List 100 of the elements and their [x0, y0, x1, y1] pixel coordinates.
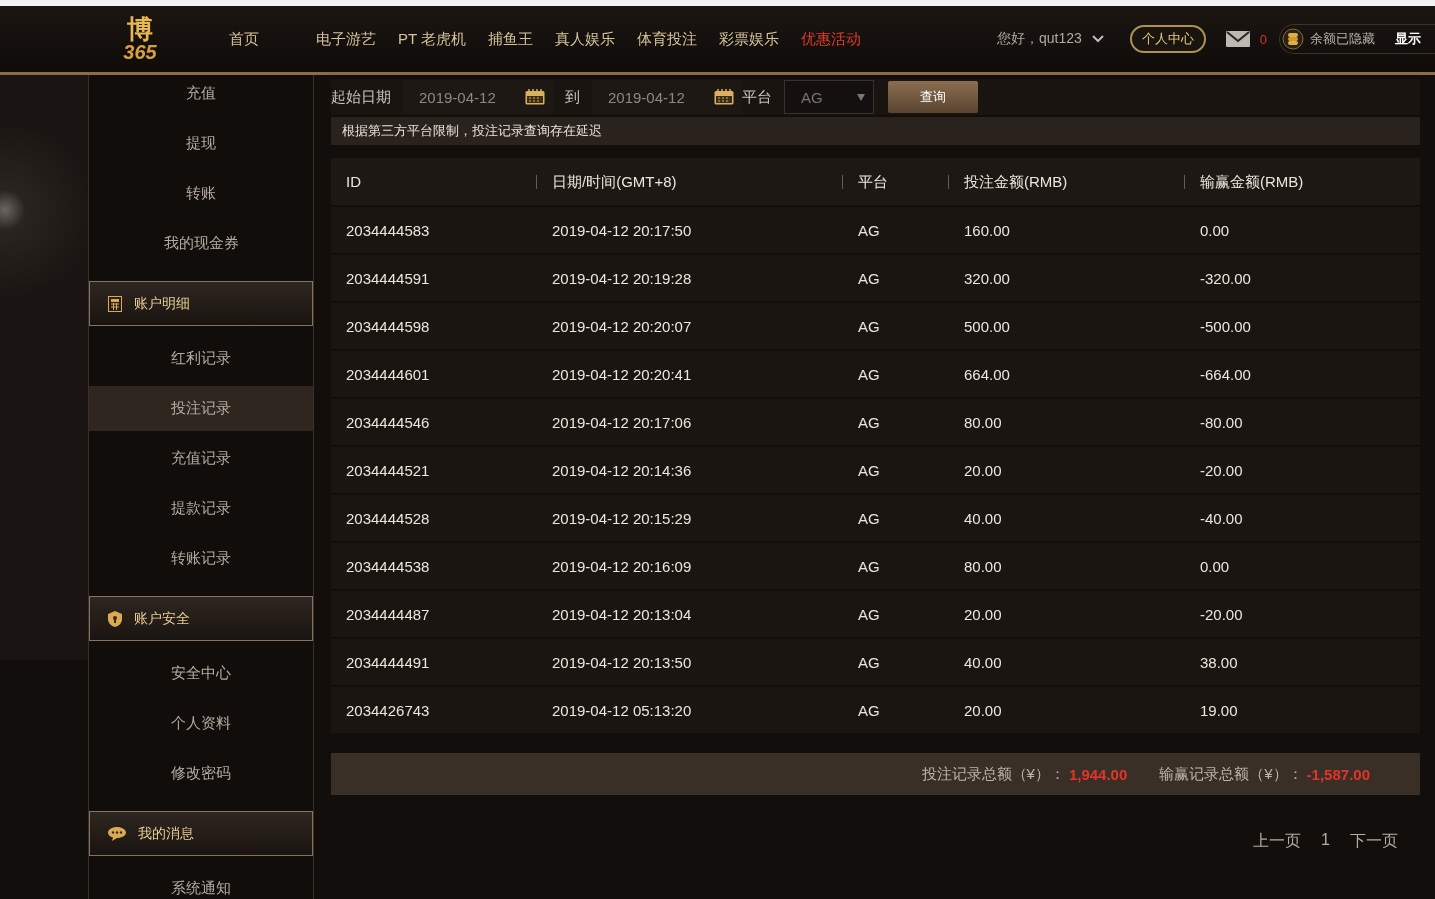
- table-cell-text: 2019-04-12 20:20:07: [551, 317, 693, 335]
- column-header: 日期/时间(GMT+8): [536, 174, 842, 189]
- section-header[interactable]: 账户安全: [89, 596, 313, 641]
- table-cell-text: -664.00: [1199, 365, 1252, 383]
- shield-icon: [108, 610, 122, 627]
- sidebar-item[interactable]: 转账: [89, 171, 313, 216]
- table-cell-text: 2019-04-12 20:19:28: [551, 269, 693, 287]
- table-cell-text: 20.00: [963, 605, 1003, 623]
- nav-link[interactable]: 捕鱼王: [477, 29, 545, 49]
- sidebar-item[interactable]: 充值记录: [89, 436, 313, 481]
- table-cell-text: 2019-04-12 20:13:04: [551, 605, 693, 623]
- personal-center-button[interactable]: 个人中心: [1129, 25, 1206, 53]
- to-label: 到: [564, 87, 581, 107]
- table-cell-text: 2019-04-12 20:17:06: [551, 413, 693, 431]
- table-cell-text: AG: [857, 221, 881, 239]
- platform-dropdown[interactable]: AG: [784, 80, 874, 114]
- table-cell-text: 2034444487: [345, 605, 431, 623]
- calendar-icon[interactable]: [714, 89, 734, 105]
- sidebar-item[interactable]: 提现: [89, 121, 313, 166]
- sidebar-item[interactable]: 提款记录: [89, 486, 313, 531]
- table-cell-text: 19.00: [1199, 701, 1239, 719]
- table-cell-text: 160.00: [963, 221, 1011, 239]
- logo-text: 博: [127, 16, 153, 42]
- table-cell-text: -500.00: [1199, 317, 1252, 335]
- sidebar-item[interactable]: 我的现金券: [89, 221, 313, 266]
- next-page-link[interactable]: 下一页: [1350, 831, 1398, 852]
- section-header[interactable]: 我的消息: [89, 811, 313, 856]
- nav-link[interactable]: 体育投注: [626, 29, 709, 49]
- table-cell-text: 2019-04-12 05:13:20: [551, 701, 693, 719]
- table-cell-text: AG: [857, 365, 881, 383]
- query-button[interactable]: 查询: [888, 81, 978, 113]
- column-header: 投注金额(RMB): [948, 174, 1184, 189]
- sidebar-item[interactable]: 红利记录: [89, 336, 313, 381]
- notice-text: 根据第三方平台限制，投注记录查询存在延迟: [331, 117, 1420, 145]
- end-date-field[interactable]: 2019-04-12: [592, 80, 742, 114]
- table-cell-text: -80.00: [1199, 413, 1244, 431]
- sidebar-item[interactable]: 修改密码: [89, 751, 313, 796]
- balance-status: 余额已隐藏: [1310, 30, 1375, 48]
- table-cell-text: 2019-04-12 20:20:41: [551, 365, 693, 383]
- sidebar-item[interactable]: 转账记录: [89, 536, 313, 581]
- calculator-icon: [108, 295, 122, 312]
- table-cell-text: 80.00: [963, 557, 1003, 575]
- table-cell-text: 500.00: [963, 317, 1011, 335]
- nav-link[interactable]: 首页: [218, 29, 270, 49]
- section-title: 账户明细: [134, 294, 190, 313]
- section-header[interactable]: 账户明细: [89, 281, 313, 326]
- section-title: 我的消息: [138, 824, 194, 843]
- table-cell-text: -320.00: [1199, 269, 1252, 287]
- table-cell-text: 0.00: [1199, 221, 1231, 239]
- table-cell-text: 664.00: [963, 365, 1011, 383]
- nav-link[interactable]: 电子游艺: [305, 29, 387, 49]
- table-cell-text: -20.00: [1199, 461, 1244, 479]
- table-cell-text: 2034426743: [345, 701, 431, 719]
- logo[interactable]: 博 365: [92, 9, 188, 69]
- calendar-icon[interactable]: [525, 89, 545, 105]
- table-cell-text: AG: [857, 269, 881, 287]
- start-date-field[interactable]: 2019-04-12: [403, 80, 553, 114]
- total-label: 投注记录总额（¥）：: [921, 764, 1065, 784]
- table-cell-text: 2034444546: [345, 413, 431, 431]
- chevron-down-icon[interactable]: [1091, 35, 1104, 43]
- mail-icon[interactable]: [1225, 31, 1250, 47]
- table-cell-text: 2034444598: [345, 317, 431, 335]
- nav-link[interactable]: 真人娱乐: [544, 29, 627, 49]
- total-label: 输赢记录总额（¥）：: [1159, 764, 1303, 784]
- table-cell-text: AG: [857, 509, 881, 527]
- column-header: 平台: [842, 174, 948, 189]
- logo-number: 365: [123, 42, 157, 62]
- total-value: 1,944.00: [1068, 765, 1128, 783]
- user-greeting[interactable]: 您好，qut123: [996, 30, 1082, 48]
- sidebar-item[interactable]: 个人资料: [89, 701, 313, 746]
- sidebar-item[interactable]: 充值: [89, 75, 313, 116]
- column-header: ID: [345, 173, 362, 190]
- table-cell-text: AG: [857, 653, 881, 671]
- table-cell-text: -40.00: [1199, 509, 1244, 527]
- table-cell-text: 80.00: [963, 413, 1003, 431]
- start-date-label: 起始日期: [331, 87, 392, 107]
- table-cell-text: 2034444491: [345, 653, 431, 671]
- table-cell-text: 2019-04-12 20:14:36: [551, 461, 693, 479]
- table-cell-text: 20.00: [963, 461, 1003, 479]
- table-cell-text: 40.00: [963, 509, 1003, 527]
- message-count: 0: [1259, 31, 1267, 47]
- table-cell-text: 2019-04-12 20:13:50: [551, 653, 693, 671]
- sidebar-item[interactable]: 系统通知: [89, 866, 313, 899]
- table-cell-text: 2019-04-12 20:16:09: [551, 557, 693, 575]
- table-cell-text: 2034444528: [345, 509, 431, 527]
- total-value: -1,587.00: [1306, 765, 1370, 783]
- nav-link[interactable]: PT 老虎机: [387, 29, 478, 49]
- sidebar-item[interactable]: 投注记录: [89, 386, 313, 431]
- table-cell-text: 2019-04-12 20:17:50: [551, 221, 693, 239]
- table-cell-text: AG: [857, 701, 881, 719]
- table-cell-text: -20.00: [1199, 605, 1244, 623]
- sidebar-item[interactable]: 安全中心: [89, 651, 313, 696]
- table-cell-text: 38.00: [1199, 653, 1239, 671]
- page-number-link[interactable]: 1: [1321, 831, 1330, 852]
- prev-page-link[interactable]: 上一页: [1253, 831, 1302, 852]
- nav-link[interactable]: 优惠活动: [790, 29, 873, 49]
- nav-link[interactable]: 彩票娱乐: [708, 29, 791, 49]
- table-cell-text: 2034444538: [345, 557, 431, 575]
- show-balance-button[interactable]: 显示: [1395, 30, 1435, 48]
- table-cell-text: 320.00: [963, 269, 1011, 287]
